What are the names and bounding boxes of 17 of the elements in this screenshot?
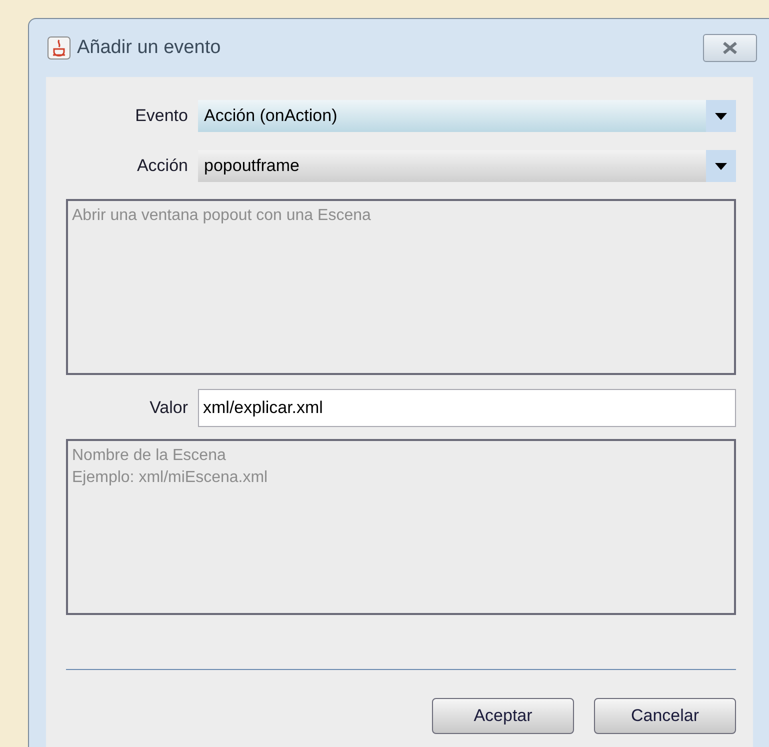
java-cup-icon [47,36,71,60]
field-label: Evento [134,105,189,128]
close-icon [722,42,738,54]
window-title: Añadir un evento [77,36,221,60]
dropdown-arrow-icon [715,112,727,120]
field-label: Acción [136,155,189,178]
description-text: Abrir una ventana popout con una Escena [72,206,372,226]
dropdown[interactable]: popoutframe [198,150,736,182]
dialog-button[interactable]: Cancelar [594,698,736,734]
field-label: Valor [148,397,189,420]
description-text: Nombre de la Escena [72,446,227,466]
value-field[interactable]: xml/explicar.xml [198,389,736,427]
close-button[interactable] [703,34,757,62]
dialog-button[interactable]: Aceptar [432,698,574,734]
description-text: Ejemplo: xml/miEscena.xml [72,468,269,488]
dropdown[interactable]: Acción (onAction) [198,100,736,132]
dropdown-arrow-icon [715,162,727,170]
